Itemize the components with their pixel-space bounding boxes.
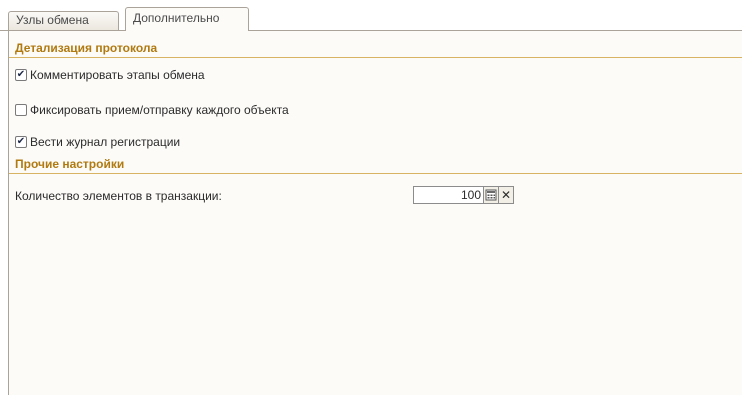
calculator-icon — [485, 189, 497, 201]
option-label: Комментировать этапы обмена — [30, 68, 205, 82]
checkbox-checked-icon[interactable]: ✔ — [15, 136, 27, 148]
section-divider — [9, 173, 742, 174]
checkbox-checked-icon[interactable]: ✔ — [15, 69, 27, 81]
clear-icon: ✕ — [500, 188, 512, 202]
option-record-each-object[interactable]: Фиксировать прием/отправку каждого объек… — [15, 101, 289, 119]
tab-label: Узлы обмена — [16, 13, 89, 27]
transaction-count-input[interactable]: 100 — [413, 186, 484, 204]
transaction-count-label: Количество элементов в транзакции: — [15, 189, 222, 203]
option-comment-stages[interactable]: ✔ Комментировать этапы обмена — [15, 66, 205, 84]
tab-additional[interactable]: Дополнительно — [125, 7, 249, 31]
option-label: Фиксировать прием/отправку каждого объек… — [30, 103, 289, 117]
clear-button[interactable]: ✕ — [499, 186, 514, 204]
calculator-button[interactable] — [484, 186, 499, 204]
section-header-other: Прочие настройки — [15, 157, 125, 171]
tab-label: Дополнительно — [133, 11, 220, 25]
section-divider — [9, 57, 742, 58]
tab-exchange-nodes[interactable]: Узлы обмена — [8, 11, 119, 30]
tab-strip: Узлы обмена Дополнительно — [0, 0, 742, 31]
settings-panel: Детализация протокола ✔ Комментировать э… — [8, 31, 742, 395]
checkbox-unchecked-icon[interactable] — [15, 104, 27, 116]
option-registration-log[interactable]: ✔ Вести журнал регистрации — [15, 133, 180, 151]
section-header-protocol: Детализация протокола — [15, 41, 158, 55]
tab-baseline-gap — [126, 30, 248, 31]
option-label: Вести журнал регистрации — [30, 135, 181, 149]
